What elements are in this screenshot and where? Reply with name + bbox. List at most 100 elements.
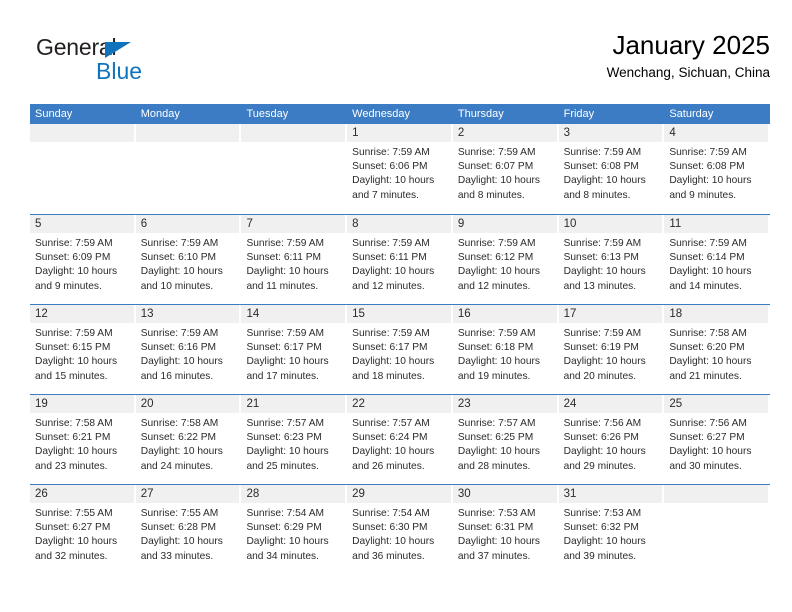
daylight-text: Daylight: 10 hours: [140, 536, 223, 548]
calendar-day-cell[interactable]: 18 Sunrise: 7:58 AM Sunset: 6:20 PM Dayligh…: [664, 305, 771, 394]
day-number: 1: [352, 127, 359, 139]
calendar-day-cell[interactable]: 5 Sunrise: 7:59 AM Sunset: 6:09 PM Daylight…: [30, 215, 136, 304]
calendar-day-cell[interactable]: 31 Sunrise: 7:53 AM Sunset: 6:32 PM Dayligh…: [558, 485, 665, 574]
day-details: Sunrise: 7:57 AM Sunset: 6:25 PM Daylight:…: [453, 413, 559, 474]
calendar-day-cell[interactable]: 30 Sunrise: 7:53 AM Sunset: 6:31 PM Dayligh…: [452, 485, 559, 574]
day-number-bar: 4: [664, 124, 771, 142]
day-number-bar: 15: [347, 305, 453, 323]
day-details: Sunrise: 7:58 AM Sunset: 6:21 PM Daylight:…: [30, 413, 136, 474]
calendar-day-cell[interactable]: 4 Sunrise: 7:59 AM Sunset: 6:08 PM Daylight…: [664, 124, 771, 214]
day-number-bar: 17: [558, 305, 665, 323]
day-details: Sunrise: 7:54 AM Sunset: 6:29 PM Daylight:…: [241, 503, 347, 564]
daylight-text: Daylight: 10 hours: [563, 175, 646, 187]
calendar-day-cell[interactable]: 3 Sunrise: 7:59 AM Sunset: 6:08 PM Daylight…: [558, 124, 665, 214]
day-number-bar: 20: [135, 395, 242, 413]
daylight-text: Daylight: 10 hours: [35, 536, 118, 548]
sunset-text: Sunset: 6:14 PM: [669, 252, 745, 264]
calendar-day-cell[interactable]: 1 Sunrise: 7:59 AM Sunset: 6:06 PM Daylight…: [347, 124, 453, 214]
day-details: [664, 503, 770, 507]
calendar-day-cell[interactable]: 25 Sunrise: 7:56 AM Sunset: 6:27 PM Dayligh…: [664, 395, 771, 484]
daylight-text-cont: and 34 minutes.: [246, 550, 319, 562]
sunrise-text: Sunrise: 7:59 AM: [669, 147, 747, 158]
calendar-day-cell[interactable]: 19 Sunrise: 7:58 AM Sunset: 6:21 PM Dayligh…: [30, 395, 136, 484]
day-number-bar: 23: [452, 395, 559, 413]
daylight-text: Daylight: 10 hours: [246, 356, 329, 368]
day-details: Sunrise: 7:59 AM Sunset: 6:11 PM Daylight:…: [347, 233, 453, 294]
daylight-text-cont: and 25 minutes.: [246, 460, 319, 472]
day-details: Sunrise: 7:55 AM Sunset: 6:28 PM Daylight:…: [136, 503, 242, 564]
calendar-day-cell[interactable]: 26 Sunrise: 7:55 AM Sunset: 6:27 PM Dayligh…: [30, 485, 136, 574]
calendar-day-cell[interactable]: 7 Sunrise: 7:59 AM Sunset: 6:11 PM Daylight…: [241, 215, 348, 304]
daylight-text-cont: and 8 minutes.: [563, 189, 631, 201]
day-details: [30, 142, 136, 146]
sunrise-text: Sunrise: 7:59 AM: [140, 238, 219, 249]
daylight-text-cont: and 18 minutes.: [352, 370, 425, 382]
day-details: Sunrise: 7:54 AM Sunset: 6:30 PM Daylight:…: [347, 503, 453, 564]
calendar-day-cell[interactable]: 23 Sunrise: 7:57 AM Sunset: 6:25 PM Dayligh…: [452, 395, 559, 484]
calendar-day-cell[interactable]: 6 Sunrise: 7:59 AM Sunset: 6:10 PM Daylight…: [135, 215, 242, 304]
day-number-bar: 11: [664, 215, 771, 233]
daylight-text: Daylight: 10 hours: [246, 536, 329, 548]
weekday-header-wednesday: Wednesday: [352, 108, 411, 120]
day-number-bar: 6: [135, 215, 242, 233]
calendar-day-cell[interactable]: 20 Sunrise: 7:58 AM Sunset: 6:22 PM Dayligh…: [135, 395, 242, 484]
day-number-bar: 13: [135, 305, 242, 323]
day-number-bar: [30, 124, 136, 142]
calendar-day-cell[interactable]: 14 Sunrise: 7:59 AM Sunset: 6:17 PM Dayligh…: [241, 305, 348, 394]
calendar-day-cell[interactable]: 24 Sunrise: 7:56 AM Sunset: 6:26 PM Dayligh…: [558, 395, 665, 484]
day-number-bar: 27: [135, 485, 242, 503]
daylight-text: Daylight: 10 hours: [140, 266, 223, 278]
daylight-text: Daylight: 10 hours: [669, 446, 752, 458]
calendar-day-cell[interactable]: 12 Sunrise: 7:59 AM Sunset: 6:15 PM Dayligh…: [30, 305, 136, 394]
general-blue-logo[interactable]: General Blue: [36, 34, 236, 90]
day-details: Sunrise: 7:59 AM Sunset: 6:12 PM Daylight:…: [453, 233, 559, 294]
daylight-text-cont: and 36 minutes.: [352, 550, 425, 562]
calendar-day-cell[interactable]: 21 Sunrise: 7:57 AM Sunset: 6:23 PM Dayligh…: [241, 395, 348, 484]
day-details: Sunrise: 7:59 AM Sunset: 6:07 PM Daylight:…: [453, 142, 559, 203]
sunset-text: Sunset: 6:31 PM: [457, 522, 534, 534]
sunset-text: Sunset: 6:16 PM: [140, 342, 217, 354]
sunrise-text: Sunrise: 7:53 AM: [457, 508, 536, 519]
daylight-text: Daylight: 10 hours: [457, 175, 540, 187]
daylight-text: Daylight: 10 hours: [35, 356, 118, 368]
calendar-day-cell[interactable]: 8 Sunrise: 7:59 AM Sunset: 6:11 PM Daylight…: [347, 215, 453, 304]
weekday-header-thursday: Thursday: [457, 108, 504, 120]
calendar-day-cell[interactable]: 29 Sunrise: 7:54 AM Sunset: 6:30 PM Dayligh…: [347, 485, 453, 574]
calendar-day-cell[interactable]: 28 Sunrise: 7:54 AM Sunset: 6:29 PM Dayligh…: [241, 485, 348, 574]
calendar-day-cell[interactable]: 9 Sunrise: 7:59 AM Sunset: 6:12 PM Daylight…: [452, 215, 559, 304]
daylight-text: Daylight: 10 hours: [669, 175, 752, 187]
triangle-icon: [105, 42, 131, 58]
sunrise-text: Sunrise: 7:59 AM: [246, 328, 325, 339]
calendar-day-cell[interactable]: 15 Sunrise: 7:59 AM Sunset: 6:17 PM Dayligh…: [347, 305, 453, 394]
day-number: 8: [352, 218, 359, 230]
calendar-day-cell[interactable]: 27 Sunrise: 7:55 AM Sunset: 6:28 PM Dayligh…: [135, 485, 242, 574]
sunrise-text: Sunrise: 7:57 AM: [457, 418, 536, 429]
calendar-day-cell[interactable]: 16 Sunrise: 7:59 AM Sunset: 6:18 PM Dayligh…: [452, 305, 559, 394]
daylight-text-cont: and 30 minutes.: [669, 460, 742, 472]
sunset-text: Sunset: 6:29 PM: [246, 522, 322, 534]
day-details: Sunrise: 7:59 AM Sunset: 6:13 PM Daylight:…: [559, 233, 665, 294]
sunset-text: Sunset: 6:26 PM: [563, 432, 639, 444]
daylight-text-cont: and 7 minutes.: [352, 189, 419, 201]
calendar-day-cell[interactable]: 22 Sunrise: 7:57 AM Sunset: 6:24 PM Dayligh…: [347, 395, 453, 484]
sunset-text: Sunset: 6:09 PM: [35, 252, 111, 264]
sunset-text: Sunset: 6:28 PM: [140, 522, 217, 534]
page-title: January 2025: [612, 30, 770, 60]
sunrise-text: Sunrise: 7:59 AM: [457, 328, 536, 339]
day-number: 28: [246, 488, 260, 500]
calendar-day-cell[interactable]: 10 Sunrise: 7:59 AM Sunset: 6:13 PM Dayligh…: [558, 215, 665, 304]
daylight-text: Daylight: 10 hours: [563, 536, 646, 548]
day-number: 19: [35, 398, 48, 410]
sunset-text: Sunset: 6:24 PM: [352, 432, 428, 444]
calendar-day-cell[interactable]: 13 Sunrise: 7:59 AM Sunset: 6:16 PM Dayligh…: [135, 305, 242, 394]
sunset-text: Sunset: 6:25 PM: [457, 432, 534, 444]
calendar-week-row: 19 Sunrise: 7:58 AM Sunset: 6:21 PM Dayligh…: [30, 394, 771, 484]
daylight-text: Daylight: 10 hours: [563, 356, 646, 368]
calendar-day-cell[interactable]: 2 Sunrise: 7:59 AM Sunset: 6:07 PM Daylight…: [452, 124, 559, 214]
daylight-text-cont: and 16 minutes.: [140, 370, 214, 382]
sunset-text: Sunset: 6:17 PM: [246, 342, 322, 354]
calendar-day-cell[interactable]: 17 Sunrise: 7:59 AM Sunset: 6:19 PM Dayligh…: [558, 305, 665, 394]
day-number: 30: [457, 488, 471, 500]
day-number-bar: [241, 124, 348, 142]
calendar-day-cell[interactable]: 11 Sunrise: 7:59 AM Sunset: 6:14 PM Dayligh…: [664, 215, 771, 304]
